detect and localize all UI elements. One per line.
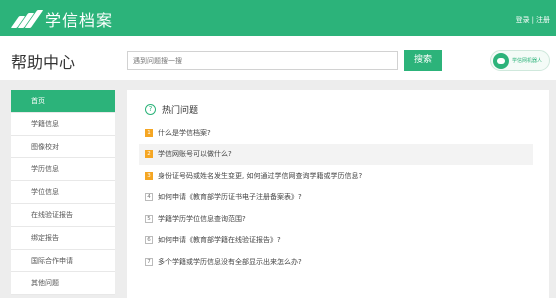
panel-title: 热门问题 xyxy=(162,106,199,116)
login-link[interactable]: 登录 xyxy=(516,16,530,24)
list-item[interactable]: 2 学信网账号可以做什么? xyxy=(139,143,533,165)
question-link[interactable]: 如何申请《教育部学历证书电子注册备案表》? xyxy=(158,192,302,202)
list-item[interactable]: 1 什么是学信档案? xyxy=(139,122,533,144)
sidebar-item-degree[interactable]: 学位信息 xyxy=(11,181,115,204)
list-item[interactable]: 7 多个学籍或学历信息没有全部显示出来怎么办? xyxy=(139,251,533,273)
top-bar: 学信档案 登录 | 注册 xyxy=(0,0,556,36)
question-link[interactable]: 如何申请《教育部学籍在线验证报告》? xyxy=(158,235,281,245)
search-input[interactable] xyxy=(127,51,398,70)
site-logo[interactable]: 学信档案 xyxy=(10,8,114,30)
sidebar-item-student-status[interactable]: 学籍信息 xyxy=(11,112,115,136)
rank-badge: 4 xyxy=(145,193,153,202)
rank-badge: 3 xyxy=(145,171,153,180)
robot-assistant-button[interactable]: 学信网机器人 xyxy=(490,50,550,71)
rank-badge: 2 xyxy=(145,150,153,159)
list-item[interactable]: 6 如何申请《教育部学籍在线验证报告》? xyxy=(139,230,533,252)
panel-header: ? 热门问题 xyxy=(145,103,198,116)
account-links: 登录 | 注册 xyxy=(516,15,550,25)
rank-badge: 7 xyxy=(145,257,153,266)
link-separator: | xyxy=(531,16,534,24)
logo-text: 学信档案 xyxy=(45,11,114,30)
robot-label: 学信网机器人 xyxy=(512,58,543,64)
question-link[interactable]: 多个学籍或学历信息没有全部显示出来怎么办? xyxy=(158,257,302,267)
robot-icon xyxy=(493,53,509,69)
sidebar-item-photo-check[interactable]: 图像校对 xyxy=(11,135,115,159)
hot-questions-panel: ? 热门问题 1 什么是学信档案? 2 学信网账号可以做什么? 3 身份证号码或… xyxy=(127,90,549,298)
register-link[interactable]: 注册 xyxy=(536,16,550,24)
list-item[interactable]: 3 身份证号码或姓名发生变更, 如何通过学信网查询学籍或学历信息? xyxy=(139,165,533,187)
rank-badge: 5 xyxy=(145,214,153,223)
sidebar-item-online-report[interactable]: 在线验证报告 xyxy=(11,203,115,227)
list-item[interactable]: 5 学籍学历学位信息查询范围? xyxy=(139,208,533,230)
question-link[interactable]: 学信网账号可以做什么? xyxy=(158,149,232,159)
sidebar-item-home[interactable]: 首页 xyxy=(11,90,115,113)
rank-badge: 1 xyxy=(145,128,153,137)
question-link[interactable]: 身份证号码或姓名发生变更, 如何通过学信网查询学籍或学历信息? xyxy=(158,171,362,181)
sidebar-item-international[interactable]: 国际合作申请 xyxy=(11,249,115,273)
question-link[interactable]: 什么是学信档案? xyxy=(158,128,211,138)
question-list: 1 什么是学信档案? 2 学信网账号可以做什么? 3 身份证号码或姓名发生变更,… xyxy=(139,122,533,273)
question-icon: ? xyxy=(145,104,156,115)
sidebar-item-other[interactable]: 其他问题 xyxy=(11,272,115,296)
list-item[interactable]: 4 如何申请《教育部学历证书电子注册备案表》? xyxy=(139,187,533,209)
page-title: 帮助中心 xyxy=(11,53,76,72)
search-button[interactable]: 搜索 xyxy=(404,50,442,71)
sidebar-item-education[interactable]: 学历信息 xyxy=(11,158,115,182)
question-link[interactable]: 学籍学历学位信息查询范围? xyxy=(158,214,246,224)
rank-badge: 6 xyxy=(145,236,153,245)
logo-icon xyxy=(10,10,44,28)
sidebar-item-bind-report[interactable]: 绑定报告 xyxy=(11,226,115,250)
sidebar: 首页 学籍信息 图像校对 学历信息 学位信息 在线验证报告 绑定报告 国际合作申… xyxy=(11,90,115,296)
